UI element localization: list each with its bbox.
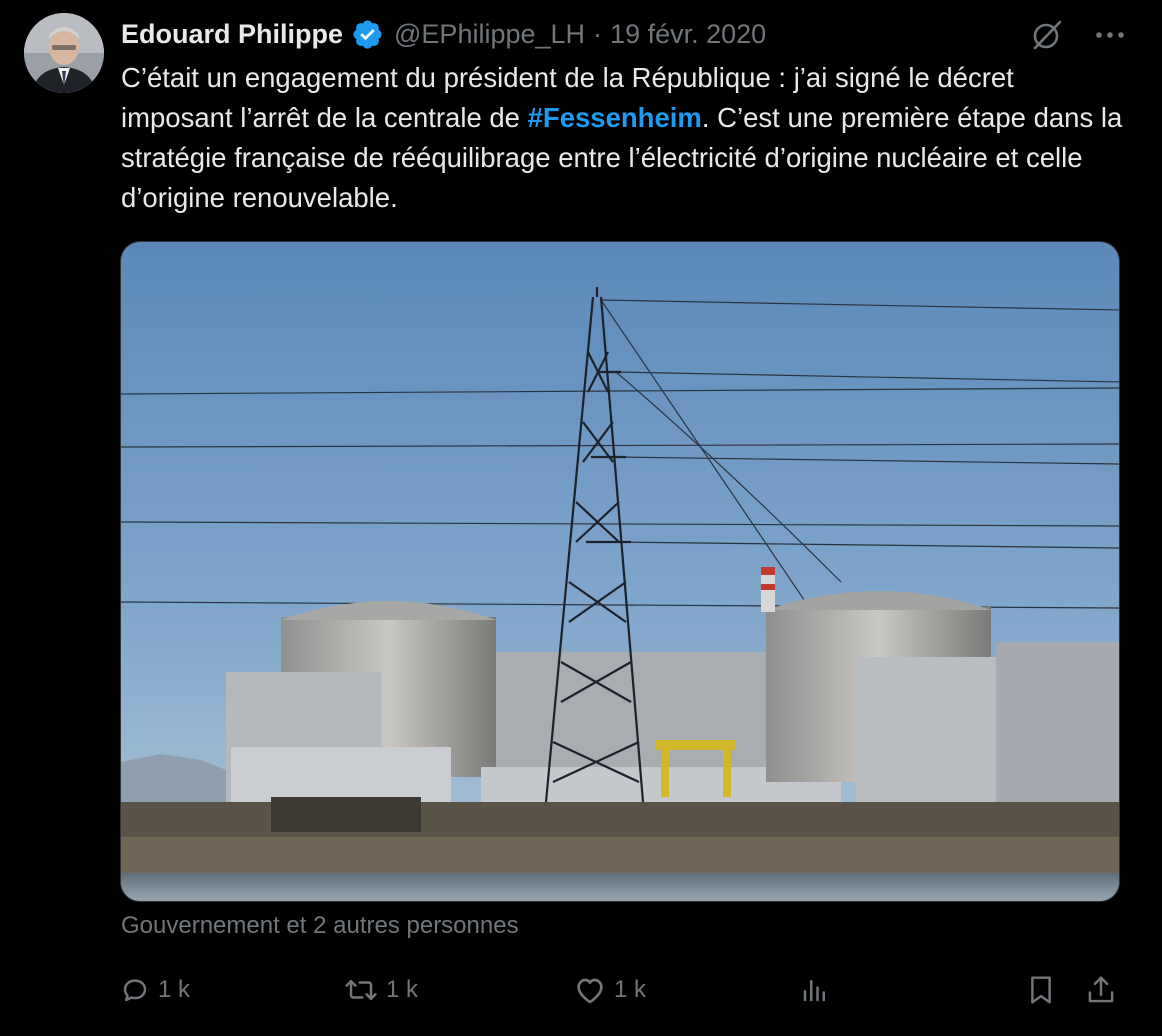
like-icon — [577, 978, 603, 1004]
more-icon[interactable] — [1094, 29, 1126, 41]
avatar[interactable] — [24, 13, 104, 93]
hashtag-link[interactable]: #Fessenheim — [528, 102, 702, 133]
separator-dot: · — [593, 18, 603, 49]
social-context[interactable]: Gouvernement et 2 autres personnes — [121, 912, 519, 940]
retweet-count: 1 k — [386, 976, 419, 1003]
verified-badge-icon — [353, 19, 382, 49]
like-button[interactable]: 1 k — [574, 966, 646, 1014]
reply-button[interactable]: 1 k — [120, 966, 190, 1014]
retweet-button[interactable]: 1 k — [344, 966, 418, 1014]
author-handle[interactable]: @EPhilippe_LH — [394, 19, 585, 50]
tweet-header: Edouard Philippe @EPhilippe_LH · 19 févr… — [121, 14, 766, 54]
bookmark-icon — [1031, 976, 1051, 1004]
share-button[interactable] — [1086, 966, 1116, 1014]
power-plant-photo — [121, 242, 1119, 901]
bookmark-button[interactable] — [1026, 966, 1056, 1014]
avatar-image — [24, 13, 104, 93]
author-name[interactable]: Edouard Philippe — [121, 19, 343, 50]
tweet-text: C’était un engagement du président de la… — [121, 58, 1131, 218]
reply-count: 1 k — [158, 976, 191, 1003]
grok-icon[interactable] — [1030, 18, 1064, 52]
views-icon — [803, 980, 825, 1002]
header-actions — [1030, 18, 1126, 52]
like-count: 1 k — [614, 976, 647, 1003]
reply-icon — [123, 979, 147, 1002]
tweet-media-image[interactable] — [120, 241, 1120, 902]
retweet-icon — [345, 980, 377, 1000]
tweet: Edouard Philippe @EPhilippe_LH · 19 févr… — [0, 0, 1162, 1036]
share-icon — [1088, 976, 1114, 1003]
views-button[interactable] — [800, 966, 830, 1014]
tweet-date[interactable]: 19 févr. 2020 — [610, 19, 766, 50]
action-bar: 1 k 1 k 1 k — [120, 966, 1130, 1014]
